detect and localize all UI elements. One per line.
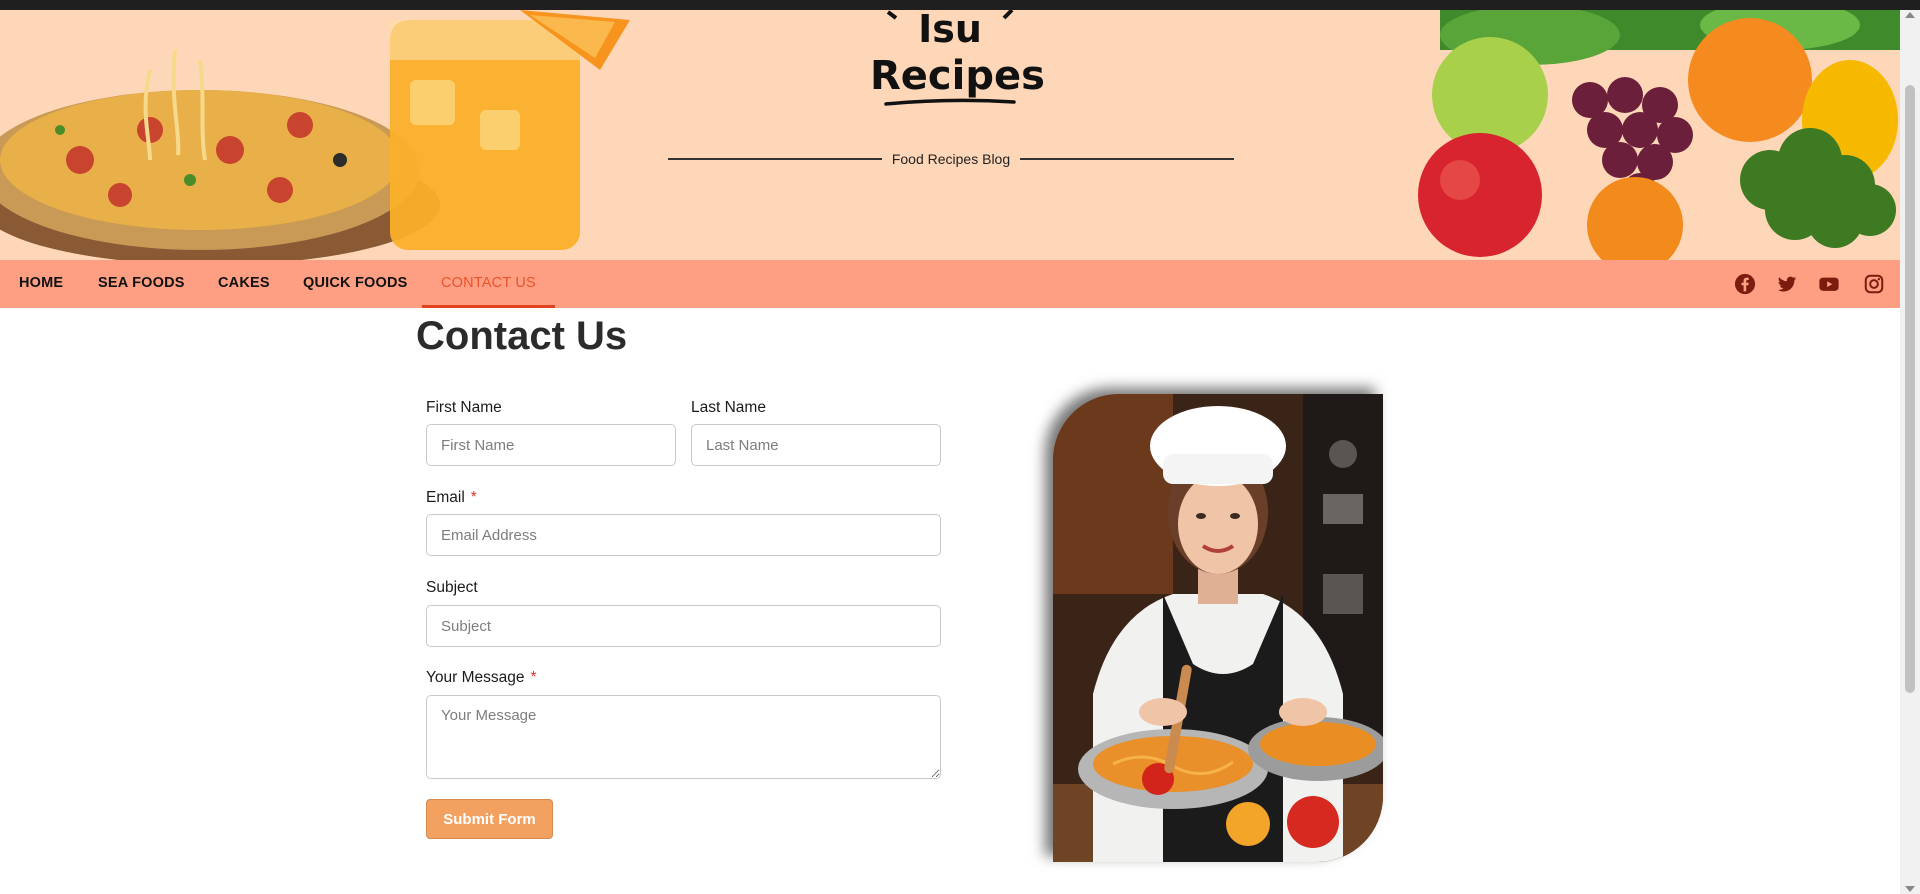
last-name-label: Last Name (691, 399, 766, 416)
nav-item-quick-foods[interactable]: QUICK FOODS (303, 260, 408, 308)
subject-input[interactable] (426, 605, 941, 647)
browser-top-strip (0, 0, 1920, 10)
logo-line2: Recipes (870, 53, 1045, 99)
last-name-input[interactable] (691, 424, 941, 466)
nav-item-cakes[interactable]: CAKES (218, 260, 270, 308)
tagline-text: Food Recipes Blog (881, 151, 1021, 167)
first-name-label: First Name (426, 399, 502, 416)
email-required-mark: * (470, 489, 477, 506)
page-scrollbar[interactable] (1900, 10, 1920, 894)
page-title: Contact Us (416, 314, 628, 358)
active-nav-indicator (422, 305, 555, 308)
pizza-juice-banner-image (0, 10, 630, 260)
scrollbar-thumb[interactable] (1905, 85, 1915, 693)
message-label: Your Message (426, 669, 525, 686)
email-label-row: Email * (426, 489, 477, 507)
twitter-icon[interactable] (1776, 273, 1798, 295)
facebook-icon[interactable] (1734, 273, 1756, 295)
submit-form-button[interactable]: Submit Form (426, 799, 553, 839)
scroll-up-arrow-icon[interactable] (1905, 12, 1915, 18)
first-name-input[interactable] (426, 424, 676, 466)
site-logo[interactable]: Isu Recipes (870, 10, 1045, 110)
message-textarea[interactable] (426, 695, 941, 779)
nav-item-home[interactable]: HOME (19, 260, 63, 308)
logo-line1: Isu (918, 10, 982, 51)
nav-item-contact-us[interactable]: CONTACT US (441, 260, 536, 308)
email-label: Email (426, 489, 465, 506)
youtube-icon[interactable] (1818, 273, 1840, 295)
site-header: Isu Recipes Food Recipes Blog (0, 10, 1900, 260)
nav-item-sea-foods[interactable]: SEA FOODS (98, 260, 185, 308)
email-input[interactable] (426, 514, 941, 556)
subject-label: Subject (426, 579, 478, 596)
fruits-vegetables-banner-image (1418, 10, 1900, 260)
logo-underline-swoosh (884, 98, 1016, 106)
instagram-icon[interactable] (1863, 273, 1885, 295)
main-navigation: HOME SEA FOODS CAKES QUICK FOODS CONTACT… (0, 260, 1900, 308)
chef-cooking-image (1053, 394, 1383, 862)
tagline-row: Food Recipes Blog (668, 149, 1234, 169)
message-label-row: Your Message * (426, 669, 537, 687)
tagline: Food Recipes Blog (668, 151, 1234, 167)
message-required-mark: * (530, 669, 537, 686)
scroll-down-arrow-icon[interactable] (1905, 886, 1915, 892)
